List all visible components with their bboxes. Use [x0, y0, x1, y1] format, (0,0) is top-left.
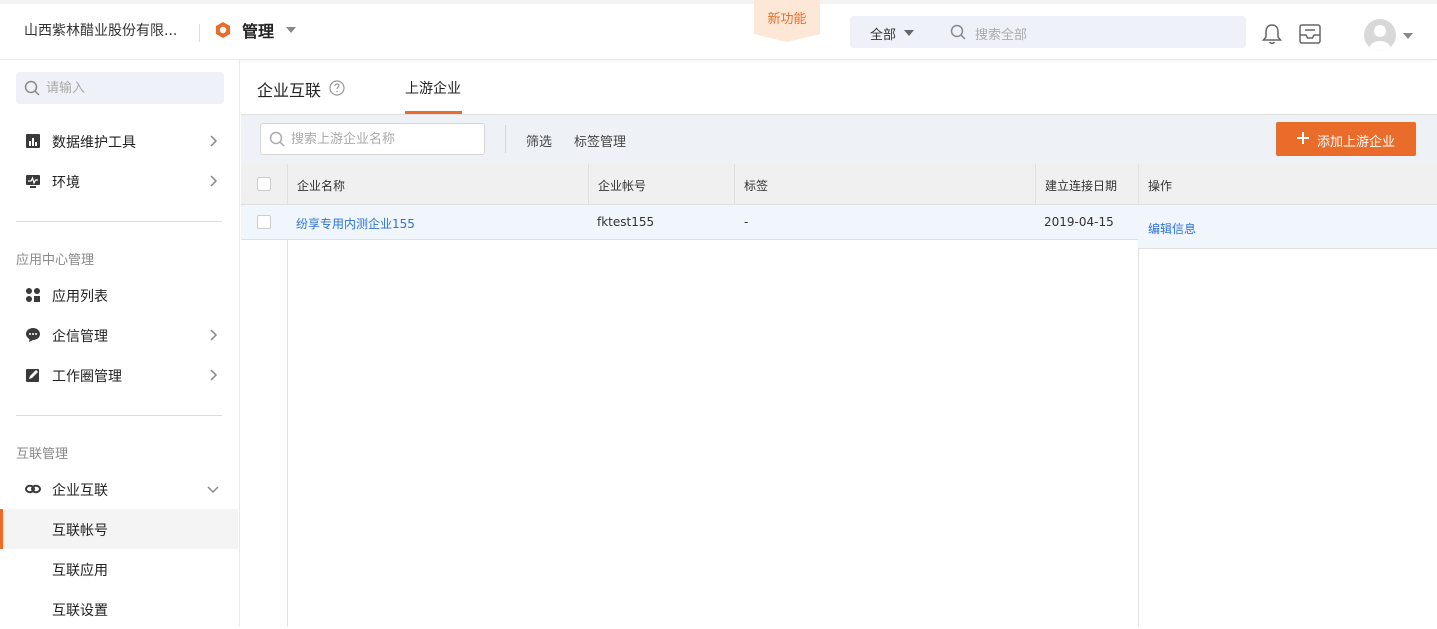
chevron-down-icon[interactable] [1403, 33, 1413, 39]
chevron-right-icon [210, 329, 218, 341]
enterprise-account: fktest155 [597, 215, 655, 229]
new-feature-text: 新功能 [767, 12, 807, 27]
column-header[interactable]: 企业帐号 [598, 177, 646, 194]
chevron-down-icon [207, 486, 219, 494]
edit-icon [26, 369, 39, 382]
main-content: 企业互联 上游企业 筛选 标签管理 添加上游企业 [241, 60, 1437, 627]
sidebar: 数据维护工具 环境 应用中心管理 应用列表 企信管理 工作圈管理 [0, 60, 240, 627]
sidebar-item-messaging[interactable]: 企信管理 [0, 315, 238, 355]
chevron-down-icon [286, 27, 297, 33]
new-feature-badge[interactable]: 新功能 [754, 0, 820, 42]
row-checkbox[interactable] [257, 215, 271, 229]
tab-bar: 企业互联 上游企业 [241, 60, 1437, 115]
sidebar-item-label: 互联应用 [52, 563, 108, 579]
sidebar-item-label: 数据维护工具 [52, 135, 136, 151]
inbox-icon[interactable] [1298, 22, 1322, 46]
sidebar-item-link-settings[interactable]: 互联设置 [0, 589, 238, 629]
company-name[interactable]: 山西紫林醋业股份有限... [24, 20, 177, 40]
sidebar-search[interactable] [16, 72, 224, 104]
sidebar-item-label: 应用列表 [52, 289, 108, 305]
sidebar-item-label: 互联设置 [52, 603, 108, 619]
help-icon[interactable] [329, 80, 345, 96]
sidebar-item-label: 企信管理 [52, 329, 108, 345]
gear-icon [216, 22, 230, 38]
table-row-actions: 编辑信息 [1138, 205, 1437, 249]
sidebar-item-workcircle[interactable]: 工作圈管理 [0, 355, 238, 395]
add-upstream-button[interactable]: 添加上游企业 [1276, 122, 1416, 156]
upstream-table: 企业名称 企业帐号 标签 建立连接日期 操作 纷享专用内测企业155 fktes… [241, 164, 1437, 627]
search-placeholder[interactable]: 搜索全部 [975, 24, 1027, 43]
chevron-right-icon [210, 175, 218, 187]
sidebar-search-input[interactable] [46, 72, 216, 104]
sidebar-item-enterprise-link[interactable]: 企业互联 [0, 469, 238, 509]
enterprise-name-link[interactable]: 纷享专用内测企业155 [296, 215, 415, 232]
header-divider [199, 24, 200, 42]
top-bar: 山西紫林醋业股份有限... 管理 新功能 全部 搜索全部 [0, 0, 1437, 60]
filter-button[interactable]: 筛选 [526, 131, 552, 150]
table-row[interactable]: 纷享专用内测企业155 fktest155 - 2019-04-15 [241, 205, 1138, 240]
add-upstream-label: 添加上游企业 [1317, 135, 1396, 150]
select-all-checkbox[interactable] [257, 177, 271, 191]
chat-icon [26, 328, 40, 342]
user-icon [1369, 25, 1391, 51]
sidebar-item-link-apps[interactable]: 互联应用 [0, 549, 238, 589]
sidebar-item-label: 环境 [52, 175, 80, 191]
grid-icon [26, 288, 40, 302]
table-header: 企业名称 企业帐号 标签 建立连接日期 操作 [241, 164, 1437, 205]
bell-icon[interactable] [1260, 22, 1284, 46]
search-icon [24, 80, 40, 96]
upstream-search-input[interactable] [291, 124, 481, 154]
sidebar-divider [16, 221, 222, 222]
sidebar-divider [16, 415, 222, 416]
sidebar-item-environment[interactable]: 环境 [0, 161, 238, 201]
tab-active-indicator [405, 111, 462, 114]
search-icon [269, 131, 285, 147]
search-icon [950, 24, 966, 40]
toolbar: 筛选 标签管理 添加上游企业 [241, 115, 1437, 164]
upstream-search[interactable] [260, 123, 485, 155]
section-title-link: 互联管理 [16, 447, 69, 462]
sidebar-item-label: 企业互联 [52, 483, 108, 499]
chevron-right-icon [210, 135, 218, 147]
bar-chart-icon [26, 134, 40, 148]
sidebar-item-link-account[interactable]: 互联帐号 [0, 509, 238, 549]
chevron-right-icon [210, 369, 218, 381]
chevron-down-icon [904, 30, 914, 36]
monitor-icon [26, 175, 40, 188]
column-header[interactable]: 建立连接日期 [1045, 177, 1117, 194]
global-search[interactable]: 全部 搜索全部 [850, 16, 1246, 48]
plus-icon [1297, 132, 1309, 144]
enterprise-tag: - [744, 215, 749, 229]
link-icon [25, 484, 41, 494]
avatar[interactable] [1364, 19, 1396, 51]
sidebar-item-app-list[interactable]: 应用列表 [0, 275, 238, 315]
edit-info-link[interactable]: 编辑信息 [1148, 220, 1196, 237]
column-header[interactable]: 标签 [744, 177, 768, 194]
link-date: 2019-04-15 [1044, 215, 1114, 229]
tab-upstream[interactable]: 上游企业 [405, 78, 461, 98]
sidebar-item-data-tools[interactable]: 数据维护工具 [0, 121, 238, 161]
toolbar-divider [505, 125, 506, 153]
column-header[interactable]: 企业名称 [297, 177, 345, 194]
sidebar-item-label: 互联帐号 [52, 523, 108, 539]
module-label: 管理 [242, 22, 275, 41]
page-title: 企业互联 [257, 81, 322, 100]
section-title-app: 应用中心管理 [16, 253, 95, 268]
tag-manage-button[interactable]: 标签管理 [574, 131, 626, 150]
column-header: 操作 [1148, 179, 1173, 193]
search-scope[interactable]: 全部 [870, 24, 896, 43]
module-switcher[interactable]: 管理 [214, 18, 297, 42]
sidebar-item-label: 工作圈管理 [52, 369, 122, 385]
